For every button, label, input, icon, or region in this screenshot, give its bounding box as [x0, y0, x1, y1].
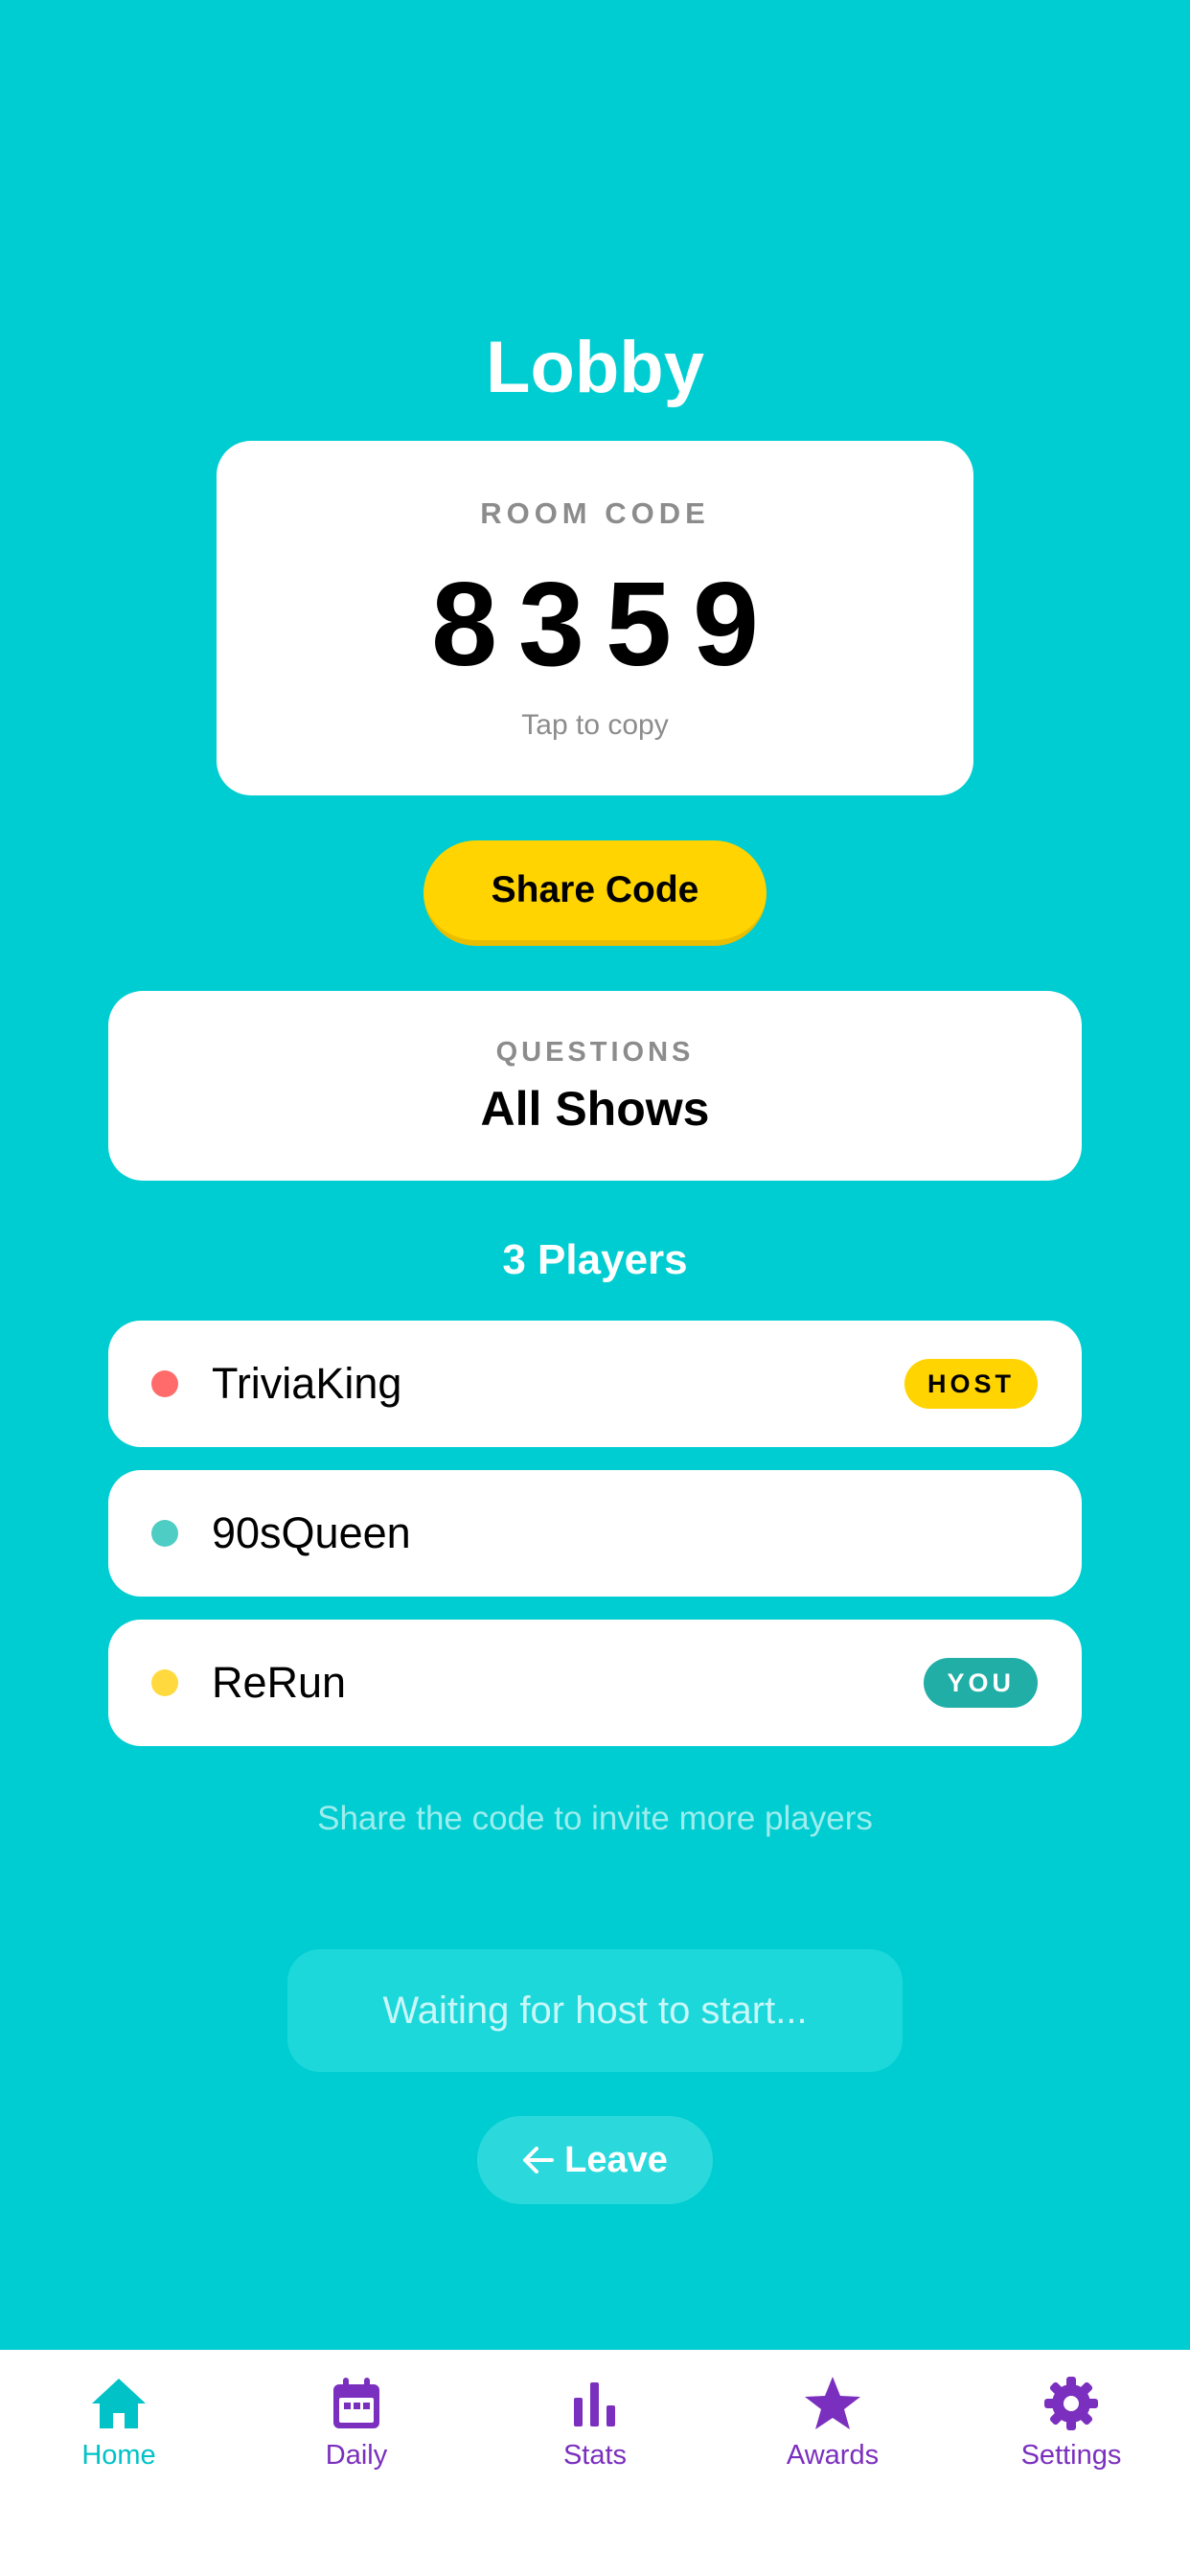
tab-label: Settings — [1020, 2440, 1122, 2471]
players-count-heading: 3 Players — [502, 1236, 688, 1283]
tab-home[interactable]: Home — [0, 2373, 238, 2488]
tab-awards[interactable]: Awards — [714, 2373, 951, 2488]
tab-label: Stats — [562, 2440, 628, 2471]
home-icon — [92, 2379, 146, 2428]
tab-label: Awards — [786, 2440, 880, 2471]
room-code-label: ROOM CODE — [480, 496, 710, 530]
host-badge: HOST — [904, 1359, 1038, 1409]
star-icon — [805, 2377, 860, 2429]
page-title: Lobby — [486, 327, 704, 408]
player-status-dot — [151, 1669, 178, 1696]
player-row-triviaking: TriviaKing HOST — [108, 1321, 1082, 1447]
player-row-90squeen: 90sQueen — [108, 1470, 1082, 1597]
questions-value: All Shows — [480, 1082, 710, 1136]
arrow-left-icon — [523, 2147, 555, 2174]
questions-card: QUESTIONS All Shows — [108, 991, 1082, 1181]
player-name: TriviaKing — [212, 1359, 402, 1408]
leave-label: Leave — [564, 2139, 668, 2180]
tab-label: Home — [81, 2440, 156, 2471]
tap-to-copy-hint: Tap to copy — [521, 709, 669, 741]
player-status-dot — [151, 1370, 178, 1397]
tab-settings[interactable]: Settings — [952, 2373, 1190, 2488]
player-name: 90sQueen — [212, 1508, 411, 1557]
room-code-value[interactable]: 8359 — [217, 554, 973, 697]
you-badge: YOU — [924, 1658, 1038, 1708]
tab-daily[interactable]: Daily — [238, 2373, 475, 2488]
calendar-icon — [333, 2378, 379, 2428]
player-status-dot — [151, 1520, 178, 1547]
tab-label: Daily — [325, 2440, 388, 2471]
share-code-button[interactable]: Share Code — [423, 840, 767, 946]
bottom-tab-bar: Home Daily Stats Awards Settings — [0, 2350, 1190, 2576]
bar-chart-icon — [574, 2382, 615, 2426]
player-name: ReRun — [212, 1658, 347, 1707]
leave-button[interactable]: Leave — [477, 2116, 713, 2204]
waiting-for-host-button: Waiting for host to start... — [287, 1949, 903, 2072]
tab-stats[interactable]: Stats — [476, 2373, 714, 2488]
room-code-card[interactable]: ROOM CODE 8359 Tap to copy — [217, 441, 973, 795]
questions-label: QUESTIONS — [495, 1037, 695, 1068]
player-row-rerun: ReRun YOU — [108, 1620, 1082, 1746]
gear-icon — [1044, 2377, 1098, 2430]
invite-hint: Share the code to invite more players — [317, 1800, 873, 1837]
